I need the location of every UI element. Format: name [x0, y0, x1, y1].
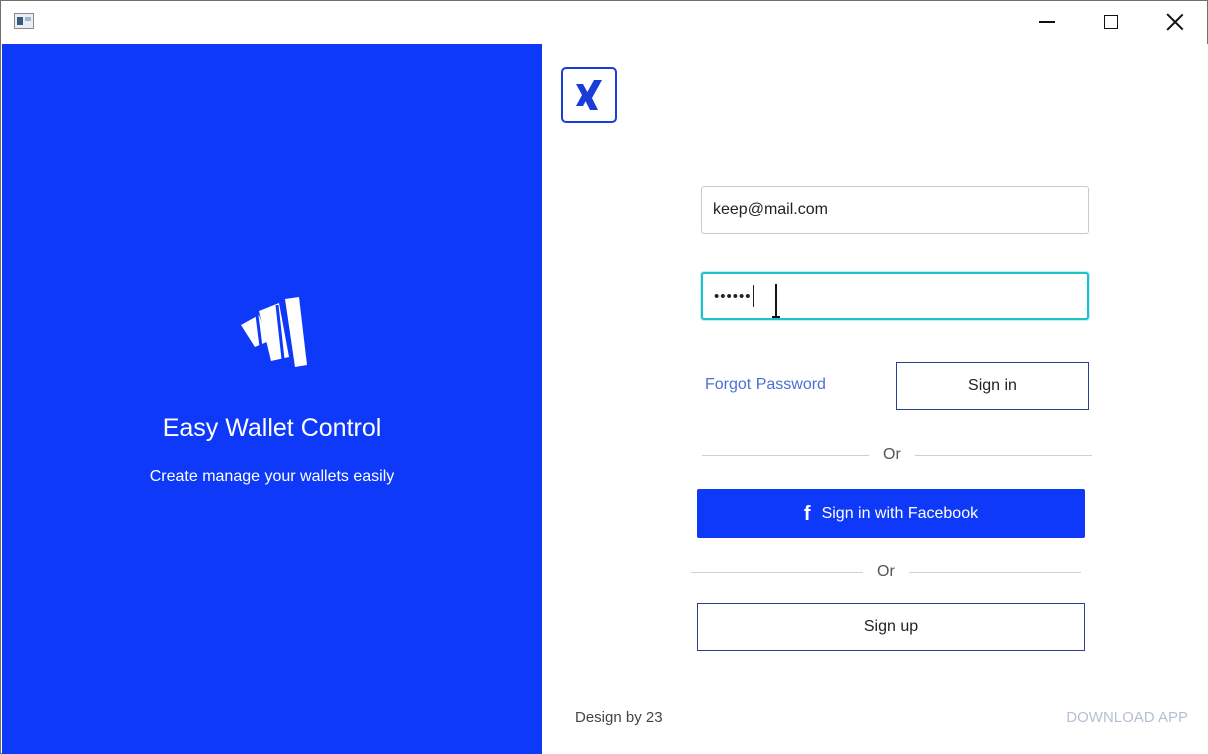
or-label: Or — [883, 446, 901, 463]
or-divider-1: Or — [702, 445, 1092, 465]
minimize-icon — [1039, 21, 1055, 23]
sign-up-label: Sign up — [863, 618, 919, 635]
maximize-icon — [1104, 15, 1118, 29]
forgot-password-link[interactable]: Forgot Password — [705, 376, 826, 394]
xing-glyph-icon — [576, 80, 602, 110]
design-credit: Design by 23 — [575, 709, 663, 726]
sign-in-button[interactable]: Sign in — [896, 362, 1089, 410]
divider-line — [914, 454, 1092, 456]
divider-line — [691, 571, 863, 573]
close-icon — [1166, 13, 1184, 31]
download-app-link[interactable]: DOWNLOAD APP — [1066, 709, 1188, 726]
email-field[interactable]: keep@mail.com — [701, 186, 1089, 234]
maximize-button[interactable] — [1079, 1, 1143, 43]
title-bar — [1, 1, 1207, 43]
login-panel: keep@mail.com •••••• Forgot Password Sig… — [542, 44, 1208, 754]
brand-subtitle: Create manage your wallets easily — [149, 468, 395, 485]
text-caret — [752, 285, 754, 307]
sign-in-label: Sign in — [968, 377, 1017, 394]
facebook-icon: f — [803, 502, 811, 525]
sign-up-button[interactable]: Sign up — [697, 603, 1085, 651]
wallet-logo-icon — [241, 297, 307, 367]
divider-line — [908, 571, 1081, 573]
password-field[interactable]: •••••• — [701, 272, 1089, 320]
email-value: keep@mail.com — [713, 201, 828, 218]
divider-line — [702, 454, 869, 456]
close-button[interactable] — [1143, 1, 1207, 43]
or-divider-2: Or — [691, 562, 1081, 582]
facebook-sign-in-label: Sign in with Facebook — [821, 504, 979, 522]
app-window: Easy Wallet Control Create manage your w… — [0, 0, 1208, 754]
password-mask: •••••• — [714, 287, 752, 305]
xing-logo-icon — [561, 67, 617, 123]
facebook-sign-in-button[interactable]: f Sign in with Facebook — [697, 489, 1085, 538]
brand-title: Easy Wallet Control — [162, 414, 382, 442]
ibeam-cursor-icon — [772, 284, 780, 318]
window-app-icon — [14, 13, 34, 29]
minimize-button[interactable] — [1015, 1, 1079, 43]
or-label: Or — [877, 563, 895, 580]
brand-panel: Easy Wallet Control Create manage your w… — [2, 44, 542, 754]
